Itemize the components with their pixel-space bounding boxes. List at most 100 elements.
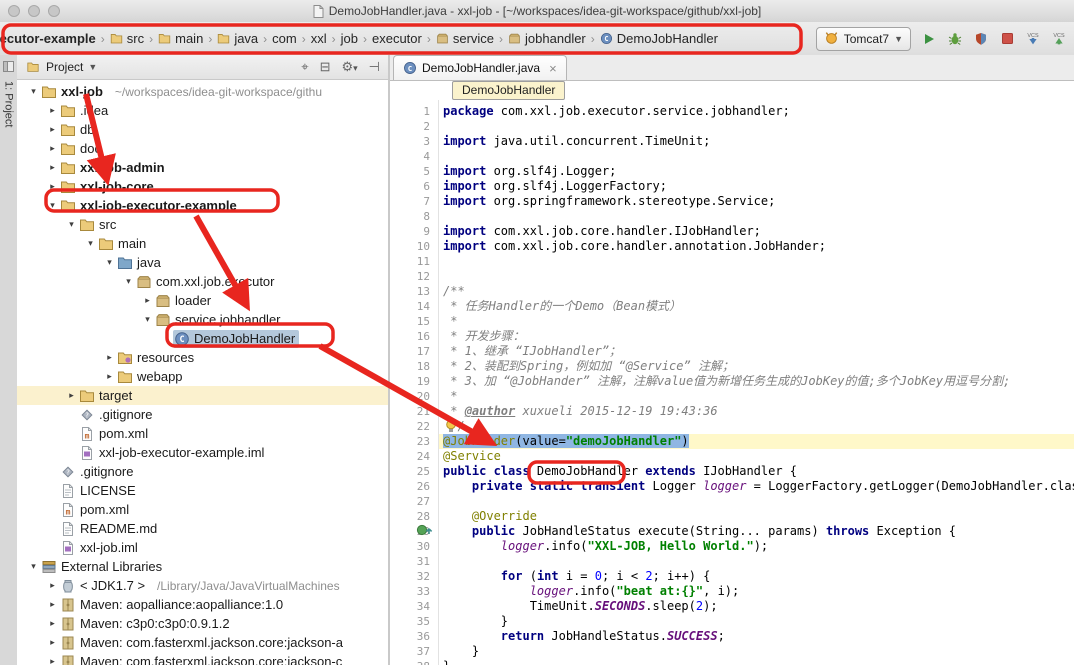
code-area[interactable]: 1234567891011121314151617181920212223242… (390, 100, 1074, 665)
coverage-button[interactable] (971, 29, 991, 49)
code-line-34[interactable]: TimeUnit.SECONDS.sleep(2); (443, 599, 1074, 614)
run-override-icon[interactable] (416, 524, 438, 539)
vcs-update-button[interactable]: VCS (1023, 29, 1043, 49)
tree-row-webapp[interactable]: ▸webapp (17, 367, 388, 386)
tree-toggle-icon[interactable]: ▸ (46, 599, 59, 610)
tree-toggle-icon[interactable]: ▾ (65, 219, 78, 230)
code-line-28[interactable]: @Override (443, 509, 1074, 524)
project-tool-button[interactable]: 1: Project (3, 81, 15, 127)
tree-row--jdk1-7-[interactable]: ▸< JDK1.7 >/Library/Java/JavaVirtualMach… (17, 576, 388, 595)
code-line-16[interactable]: * 开发步骤： (443, 329, 1074, 344)
tree-row-demojobhandler[interactable]: CDemoJobHandler (17, 329, 388, 348)
tree-row-external-libraries[interactable]: ▾External Libraries (17, 557, 388, 576)
code-line-38[interactable]: } (443, 659, 1074, 665)
minimize-button[interactable] (28, 5, 40, 17)
project-panel-title[interactable]: Project (46, 60, 83, 74)
tree-toggle-icon[interactable]: ▸ (103, 352, 116, 363)
breadcrumb-item-main[interactable]: main (158, 31, 203, 46)
bulb-icon[interactable] (445, 419, 467, 434)
editor-breadcrumb-chip[interactable]: DemoJobHandler (452, 81, 565, 100)
tree-toggle-icon[interactable]: ▸ (141, 295, 154, 306)
tree-row-maven-com-fasterxml-jackson-core-jackson-a[interactable]: ▸Maven: com.fasterxml.jackson.core:jacks… (17, 633, 388, 652)
breadcrumb-item-executor[interactable]: executor (372, 31, 422, 46)
tree-toggle-icon[interactable]: ▸ (46, 656, 59, 665)
hide-panel-icon[interactable]: ⊣ (369, 59, 380, 75)
code-line-13[interactable]: /** (443, 284, 1074, 299)
tree-toggle-icon[interactable]: ▾ (103, 257, 116, 268)
tree-row-xxl-job-admin[interactable]: ▸xxl-job-admin (17, 158, 388, 177)
tree-row-maven-com-fasterxml-jackson-core-jackson-c[interactable]: ▸Maven: com.fasterxml.jackson.core:jacks… (17, 652, 388, 665)
debug-button[interactable] (945, 29, 965, 49)
code-line-33[interactable]: logger.info("beat at:{}", i); (443, 584, 1074, 599)
tab-close-icon[interactable]: × (549, 61, 557, 76)
settings-gear-icon[interactable]: ⚙▾ (341, 59, 357, 75)
code-line-21[interactable]: * @author xuxueli 2015-12-19 19:43:36 (443, 404, 1074, 419)
tree-row--idea[interactable]: ▸.idea (17, 101, 388, 120)
tree-row-target[interactable]: ▸target (17, 386, 388, 405)
code-line-19[interactable]: * 3、加 “@JobHander” 注解，注解value值为新增任务生成的Jo… (443, 374, 1074, 389)
zoom-button[interactable] (48, 5, 60, 17)
code-line-35[interactable]: } (443, 614, 1074, 629)
scroll-from-source-icon[interactable]: ⌖ (301, 59, 308, 75)
collapse-all-icon[interactable]: ⊟ (320, 59, 331, 75)
tree-row-java[interactable]: ▾java (17, 253, 388, 272)
code-line-6[interactable]: import org.slf4j.LoggerFactory; (443, 179, 1074, 194)
breadcrumb-item-demojobhandler[interactable]: CDemoJobHandler (600, 31, 718, 46)
tab-demojobhandler[interactable]: C DemoJobHandler.java × (393, 55, 567, 80)
code-line-23[interactable]: @JobHander(value="demoJobHandler") (438, 434, 1074, 449)
breadcrumb-item-jobhandler[interactable]: jobhandler (508, 31, 586, 46)
code-line-1[interactable]: package com.xxl.job.executor.service.job… (443, 104, 1074, 119)
tree-toggle-icon[interactable]: ▸ (46, 143, 59, 154)
code-line-7[interactable]: import org.springframework.stereotype.Se… (443, 194, 1074, 209)
tree-toggle-icon[interactable]: ▸ (46, 181, 59, 192)
tree-row-doc[interactable]: ▸doc (17, 139, 388, 158)
tree-row--gitignore[interactable]: ?.gitignore (17, 462, 388, 481)
code-line-18[interactable]: * 2、装配到Spring，例如加 “@Service” 注解； (443, 359, 1074, 374)
vcs-commit-button[interactable]: VCS (1049, 29, 1069, 49)
breadcrumb-item-service[interactable]: service (436, 31, 494, 46)
code-line-17[interactable]: * 1、继承 “IJobHandler”； (443, 344, 1074, 359)
tree-row-readme-md[interactable]: README.md (17, 519, 388, 538)
tree-row-loader[interactable]: ▸loader (17, 291, 388, 310)
code-line-15[interactable]: * (443, 314, 1074, 329)
tree-row-pom-xml[interactable]: mpom.xml (17, 424, 388, 443)
breadcrumb-item-src[interactable]: src (110, 31, 144, 46)
code-line-8[interactable] (443, 209, 1074, 224)
tree-toggle-icon[interactable]: ▸ (103, 371, 116, 382)
tree-row-resources[interactable]: ▸resources (17, 348, 388, 367)
code-line-9[interactable]: import com.xxl.job.core.handler.IJobHand… (443, 224, 1074, 239)
close-button[interactable] (8, 5, 20, 17)
code-line-10[interactable]: import com.xxl.job.core.handler.annotati… (443, 239, 1074, 254)
code-line-12[interactable] (443, 269, 1074, 284)
tree-row-license[interactable]: LICENSE (17, 481, 388, 500)
tree-toggle-icon[interactable]: ▸ (65, 390, 78, 401)
code-line-29[interactable]: public JobHandleStatus execute(String...… (443, 524, 1074, 539)
tree-toggle-icon[interactable]: ▸ (46, 580, 59, 591)
code-line-37[interactable]: } (443, 644, 1074, 659)
breadcrumb-item-com[interactable]: com (272, 31, 297, 46)
code-line-24[interactable]: @Service (443, 449, 1074, 464)
tree-row-maven-aopalliance-aopalliance-1-0[interactable]: ▸Maven: aopalliance:aopalliance:1.0 (17, 595, 388, 614)
code-line-2[interactable] (443, 119, 1074, 134)
code-line-30[interactable]: logger.info("XXL-JOB, Hello World."); (443, 539, 1074, 554)
code-line-27[interactable] (443, 494, 1074, 509)
code-line-20[interactable]: * (443, 389, 1074, 404)
tree-toggle-icon[interactable]: ▾ (27, 561, 40, 572)
tree-row-src[interactable]: ▾src (17, 215, 388, 234)
code-line-31[interactable] (443, 554, 1074, 569)
tree-toggle-icon[interactable]: ▸ (46, 124, 59, 135)
code-line-25[interactable]: public class DemoJobHandler extends IJob… (443, 464, 1074, 479)
breadcrumb-item-java[interactable]: java (217, 31, 258, 46)
code-line-26[interactable]: private static transient Logger logger =… (443, 479, 1074, 494)
tree-toggle-icon[interactable]: ▸ (46, 637, 59, 648)
tree-toggle-icon[interactable]: ▾ (27, 86, 40, 97)
tree-toggle-icon[interactable]: ▾ (46, 200, 59, 211)
tree-row-xxl-job-executor-example-iml[interactable]: xxl-job-executor-example.iml (17, 443, 388, 462)
code-line-3[interactable]: import java.util.concurrent.TimeUnit; (443, 134, 1074, 149)
tree-toggle-icon[interactable]: ▾ (84, 238, 97, 249)
breadcrumb-item-xxl-job-executor-example[interactable]: xxl-job-executor-example (0, 31, 96, 46)
tree-row-pom-xml[interactable]: mpom.xml (17, 500, 388, 519)
tree-toggle-icon[interactable]: ▸ (46, 618, 59, 629)
tree-toggle-icon[interactable]: ▸ (46, 105, 59, 116)
tree-row-xxl-job-executor-example[interactable]: ▾xxl-job-executor-example (17, 196, 388, 215)
